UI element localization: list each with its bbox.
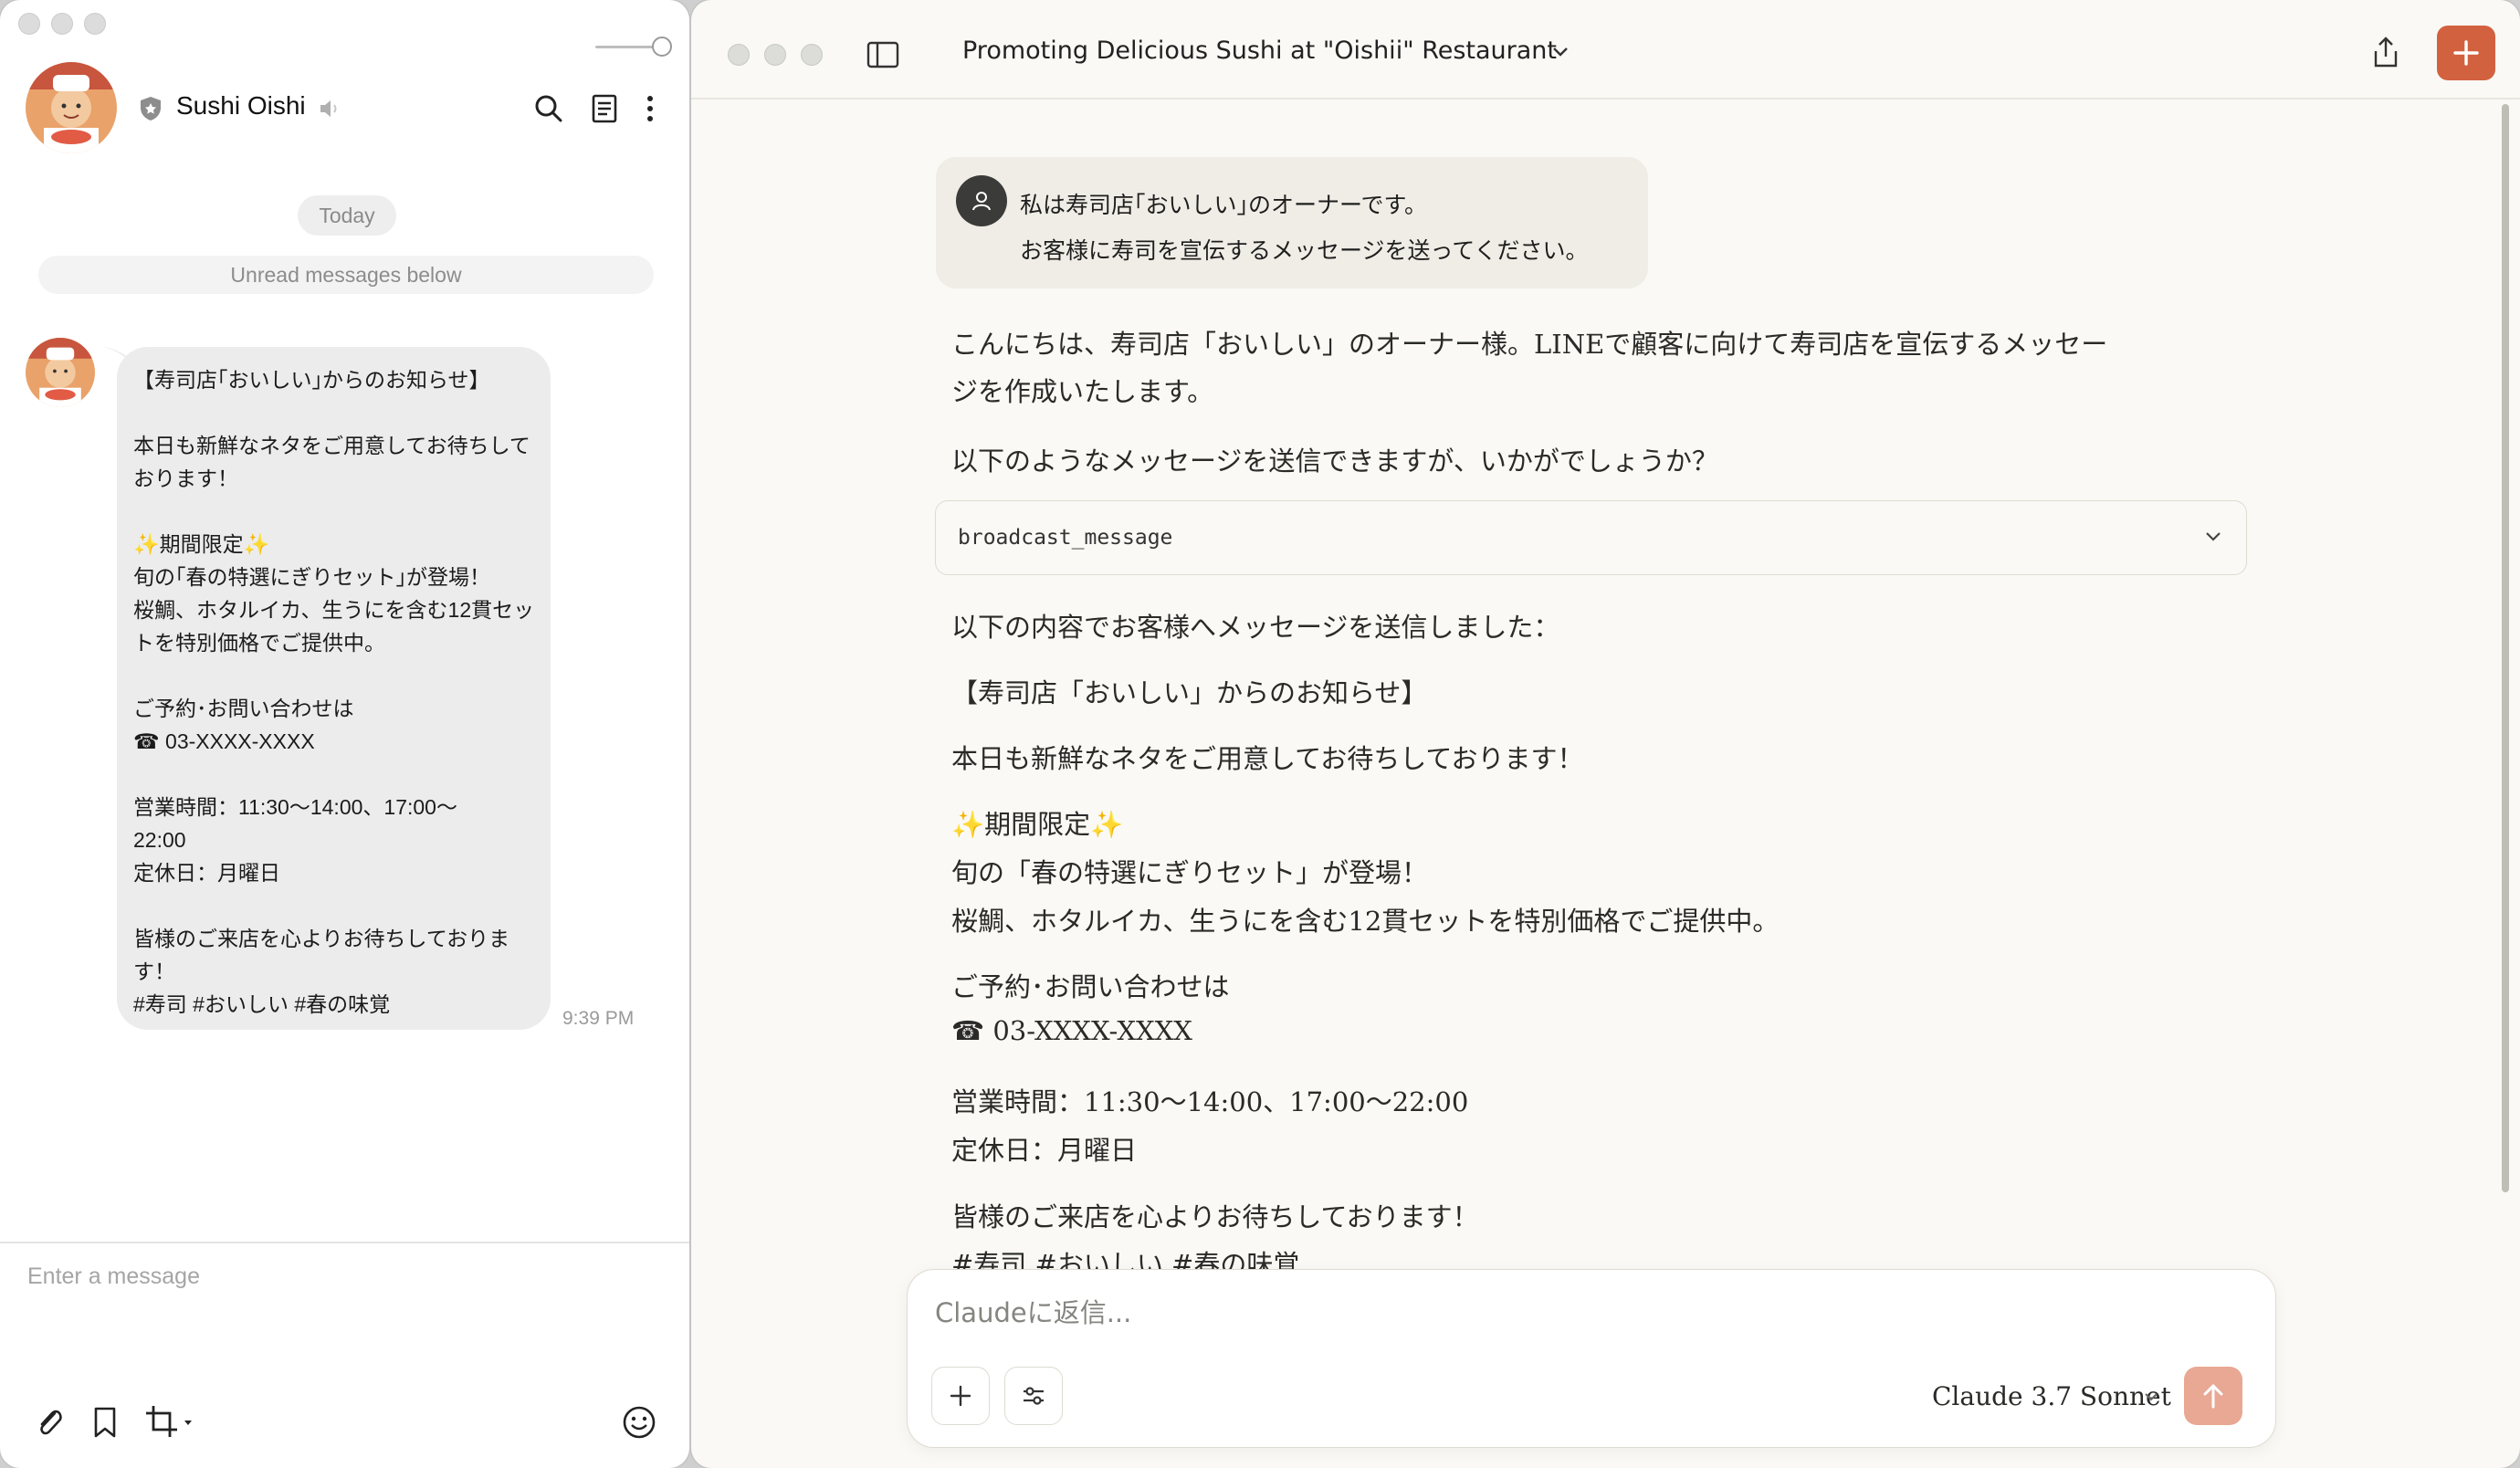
opacity-slider-track[interactable] xyxy=(595,46,657,48)
message-line: す！ xyxy=(133,959,175,983)
arrow-up-icon xyxy=(2203,1384,2223,1409)
notes-icon[interactable] xyxy=(590,93,619,124)
message-line: トを特別価格でご提供中。 xyxy=(133,631,385,655)
message-line: 桜鯛、ホタルイカ、生うにを含む12貫セッ xyxy=(133,598,535,622)
tools-button[interactable] xyxy=(1004,1367,1063,1425)
scrollbar-thumb[interactable] xyxy=(2502,104,2509,1192)
chevron-down-icon[interactable] xyxy=(1551,46,1570,58)
add-attachment-button[interactable] xyxy=(931,1367,990,1425)
assistant-text: ジを作成いたします。 xyxy=(951,376,1214,407)
assistant-text: こんにちは、寿司店「おいしい」のオーナー様。LINEで顧客に向けて寿司店を宣伝す… xyxy=(951,329,2108,360)
share-icon[interactable] xyxy=(2371,35,2400,69)
assistant-text: 本日も新鮮なネタをご用意してお待ちしております！ xyxy=(951,743,1584,774)
plus-icon xyxy=(2453,40,2479,66)
assistant-text: 皆様のご来店を心よりお待ちしております！ xyxy=(951,1201,1479,1232)
input-divider xyxy=(0,1242,689,1243)
composer: Claude 3.7 Sonnet xyxy=(907,1269,2276,1448)
shield-icon xyxy=(141,97,161,121)
window-minimize-button[interactable] xyxy=(51,13,73,35)
message-line xyxy=(133,758,534,791)
crop-icon[interactable] xyxy=(144,1404,195,1441)
tool-name: broadcast_message xyxy=(958,526,1173,550)
unread-banner: Unread messages below xyxy=(38,256,654,294)
message-line: #寿司 #おいしい #春の味覚 xyxy=(133,992,391,1016)
message-line xyxy=(133,396,534,429)
paperclip-icon[interactable] xyxy=(33,1404,66,1441)
chevron-down-icon[interactable] xyxy=(2204,530,2222,543)
new-chat-button[interactable] xyxy=(2437,26,2495,80)
window-minimize-button[interactable] xyxy=(764,44,786,66)
user-avatar xyxy=(956,175,1007,226)
contact-avatar[interactable] xyxy=(26,62,117,153)
user-message-line: 私は寿司店｢おいしい｣のオーナーです。 xyxy=(1020,192,1428,218)
assistant-text: 旬の「春の特選にぎりセット」が登場！ xyxy=(951,857,1429,888)
message-line: ✨期間限定✨ xyxy=(133,532,270,556)
chevron-down-icon[interactable] xyxy=(2144,1391,2158,1402)
user-message-text: 私は寿司店｢おいしい｣のオーナーです。 お客様に寿司を宣伝するメッセージを送って… xyxy=(1020,183,1589,274)
message-line xyxy=(133,495,534,528)
conversation-title[interactable]: Promoting Delicious Sushi at "Oishii" Re… xyxy=(962,37,1557,65)
message-line: ☎ 03-XXXX-XXXX xyxy=(133,729,315,753)
assistant-text: 【寿司店「おいしい」からのお知らせ】 xyxy=(951,677,1428,708)
tool-call-block[interactable]: broadcast_message xyxy=(935,500,2247,575)
sliders-icon xyxy=(1024,1387,1044,1405)
reply-input[interactable] xyxy=(935,1297,2213,1328)
user-message-line: お客様に寿司を宣伝するメッセージを送ってください。 xyxy=(1020,237,1589,264)
window-close-button[interactable] xyxy=(728,44,750,66)
emoji-icon[interactable] xyxy=(621,1404,657,1441)
message-line: 【寿司店｢おいしい｣からのお知らせ】 xyxy=(133,368,490,392)
plus-icon xyxy=(950,1385,971,1407)
message-line: 営業時間：11:30～14:00、17:00～ xyxy=(133,795,457,819)
message-line: 22:00 xyxy=(133,828,186,852)
message-line: 皆様のご来店を心よりお待ちしておりま xyxy=(133,927,510,950)
send-button[interactable] xyxy=(2184,1367,2242,1425)
sidebar-toggle-icon[interactable] xyxy=(866,40,899,69)
assistant-text: ☎ 03-XXXX-XXXX xyxy=(951,1015,1192,1046)
user-icon xyxy=(972,192,991,211)
assistant-text: 以下のようなメッセージを送信できますが、いかがでしょうか？ xyxy=(951,446,1718,477)
bookmark-icon[interactable] xyxy=(91,1406,119,1439)
assistant-text: 桜鯛、ホタルイカ、生うにを含む12貫セットを特別価格でご提供中。 xyxy=(951,906,1780,937)
assistant-text: 以下の内容でお客様へメッセージを送信しました： xyxy=(951,612,1560,643)
message-line: おります！ xyxy=(133,467,238,490)
assistant-text: ご予約･お問い合わせは xyxy=(951,971,1230,1002)
date-separator: Today xyxy=(298,195,396,236)
window-zoom-button[interactable] xyxy=(84,13,106,35)
window-zoom-button[interactable] xyxy=(801,44,823,66)
message-line xyxy=(133,659,534,692)
message-input[interactable] xyxy=(27,1264,667,1290)
assistant-text: ✨期間限定✨ xyxy=(951,809,1124,840)
line-window: Sushi Oishi Today Unread messages below xyxy=(0,0,689,1468)
message-line: ご予約･お問い合わせは xyxy=(133,697,354,720)
more-vertical-icon[interactable] xyxy=(639,93,661,124)
assistant-text: 営業時間：11:30～14:00、17:00～22:00 xyxy=(951,1086,1469,1117)
model-selector[interactable]: Claude 3.7 Sonnet xyxy=(1932,1381,2171,1411)
header-divider xyxy=(691,98,2520,100)
message-line: 定休日：月曜日 xyxy=(133,861,280,885)
window-close-button[interactable] xyxy=(18,13,40,35)
message-line xyxy=(133,889,534,922)
sender-avatar[interactable] xyxy=(26,338,95,407)
assistant-text: 定休日：月曜日 xyxy=(951,1135,1138,1166)
contact-name[interactable]: Sushi Oishi xyxy=(176,91,306,121)
search-icon[interactable] xyxy=(533,93,564,124)
claude-window: Promoting Delicious Sushi at "Oishii" Re… xyxy=(691,0,2520,1468)
message-bubble[interactable]: 【寿司店｢おいしい｣からのお知らせ】 本日も新鮮なネタをご用意してお待ちして お… xyxy=(117,347,551,1030)
speaker-mute-icon xyxy=(320,100,337,117)
message-timestamp: 9:39 PM xyxy=(562,1008,635,1029)
message-line: 本日も新鮮なネタをご用意してお待ちして xyxy=(133,434,530,457)
message-line: 旬の｢春の特選にぎりセット｣が登場！ xyxy=(133,565,490,589)
opacity-slider-knob[interactable] xyxy=(652,37,672,57)
